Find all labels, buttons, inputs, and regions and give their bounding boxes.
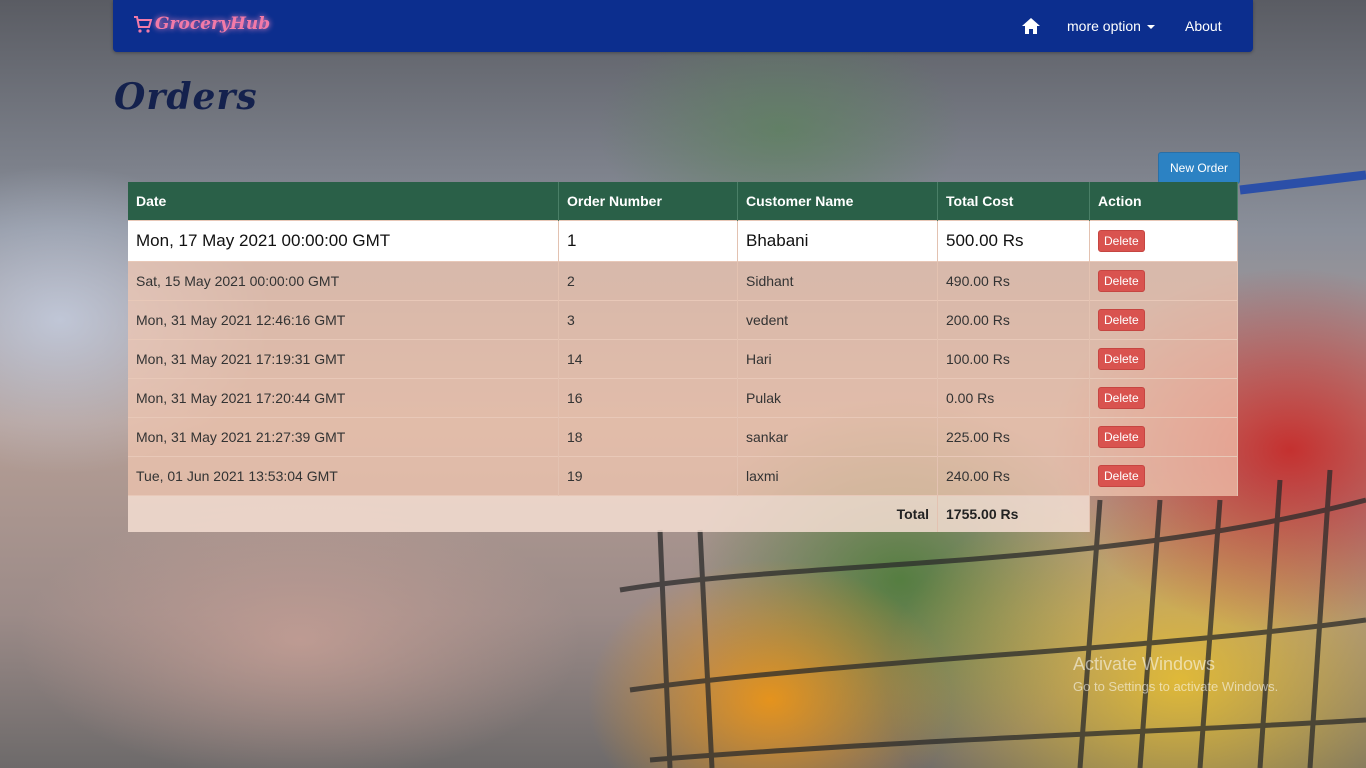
cell-cost: 100.00 Rs — [937, 339, 1090, 379]
cell-cost: 500.00 Rs — [937, 220, 1090, 262]
more-option-dropdown[interactable]: more option — [1067, 18, 1155, 34]
cell-cost: 240.00 Rs — [937, 456, 1090, 496]
cell-order-number: 1 — [558, 220, 738, 262]
page-title: Orders — [114, 76, 258, 118]
cell-cost: 0.00 Rs — [937, 378, 1090, 418]
delete-button[interactable]: Delete — [1098, 465, 1145, 488]
delete-button[interactable]: Delete — [1098, 348, 1145, 370]
cell-order-number: 3 — [558, 300, 738, 340]
cell-cost: 200.00 Rs — [937, 300, 1090, 340]
table-row: Mon, 31 May 2021 21:27:39 GMT 18 sankar … — [128, 417, 1238, 457]
new-order-button[interactable]: New Order — [1158, 152, 1240, 184]
cell-date: Mon, 17 May 2021 00:00:00 GMT — [128, 220, 559, 262]
cell-customer: sankar — [737, 417, 938, 457]
table-row: Tue, 01 Jun 2021 13:53:04 GMT 19 laxmi 2… — [128, 456, 1238, 496]
activate-windows-watermark: Activate Windows Go to Settings to activ… — [1073, 654, 1278, 694]
cell-customer: Hari — [737, 339, 938, 379]
delete-button[interactable]: Delete — [1098, 387, 1145, 409]
caret-down-icon — [1146, 25, 1155, 30]
header-action: Action — [1089, 182, 1238, 221]
total-empty-cell — [1090, 496, 1238, 533]
header-customer-name: Customer Name — [737, 182, 938, 221]
delete-button[interactable]: Delete — [1098, 309, 1145, 331]
cell-customer: vedent — [737, 300, 938, 340]
cell-order-number: 19 — [558, 456, 738, 496]
total-label: Total — [128, 495, 938, 532]
header-total-cost: Total Cost — [937, 182, 1090, 221]
cell-order-number: 2 — [558, 261, 738, 301]
cell-customer: Sidhant — [737, 261, 938, 301]
brand-logo[interactable]: GroceryHub — [133, 14, 270, 34]
cell-date: Mon, 31 May 2021 21:27:39 GMT — [128, 417, 559, 457]
table-row: Mon, 31 May 2021 17:20:44 GMT 16 Pulak 0… — [128, 378, 1238, 418]
cell-customer: Bhabani — [737, 220, 938, 262]
shopping-cart-icon — [134, 16, 153, 33]
cell-action: Delete — [1089, 339, 1238, 379]
delete-button[interactable]: Delete — [1098, 230, 1145, 252]
orders-table: Date Order Number Customer Name Total Co… — [128, 182, 1238, 532]
cell-date: Mon, 31 May 2021 17:19:31 GMT — [128, 339, 559, 379]
cell-action: Delete — [1089, 220, 1238, 262]
cell-date: Mon, 31 May 2021 17:20:44 GMT — [128, 378, 559, 418]
about-link[interactable]: About — [1185, 18, 1222, 34]
home-icon[interactable] — [1021, 17, 1041, 35]
cell-order-number: 16 — [558, 378, 738, 418]
cell-date: Tue, 01 Jun 2021 13:53:04 GMT — [128, 456, 559, 496]
cell-action: Delete — [1089, 300, 1238, 340]
cell-action: Delete — [1089, 417, 1238, 457]
top-navbar: GroceryHub more option About — [113, 0, 1253, 52]
cell-order-number: 18 — [558, 417, 738, 457]
more-option-label: more option — [1067, 18, 1141, 34]
delete-button[interactable]: Delete — [1098, 270, 1145, 292]
table-row: Mon, 31 May 2021 12:46:16 GMT 3 vedent 2… — [128, 300, 1238, 340]
cell-customer: Pulak — [737, 378, 938, 418]
watermark-subtitle: Go to Settings to activate Windows. — [1073, 679, 1279, 694]
delete-button[interactable]: Delete — [1098, 426, 1145, 448]
table-row: Mon, 31 May 2021 17:19:31 GMT 14 Hari 10… — [128, 339, 1238, 379]
cell-cost: 490.00 Rs — [937, 261, 1090, 301]
cell-customer: laxmi — [737, 456, 938, 496]
watermark-title: Activate Windows — [1073, 654, 1216, 674]
header-date: Date — [128, 182, 559, 221]
header-order-number: Order Number — [558, 182, 738, 221]
table-row: Sat, 15 May 2021 00:00:00 GMT 2 Sidhant … — [128, 261, 1238, 301]
cell-action: Delete — [1089, 378, 1238, 418]
cell-action: Delete — [1089, 261, 1238, 301]
total-value: 1755.00 Rs — [937, 495, 1090, 532]
cell-date: Sat, 15 May 2021 00:00:00 GMT — [128, 261, 559, 301]
cell-date: Mon, 31 May 2021 12:46:16 GMT — [128, 300, 559, 340]
cell-cost: 225.00 Rs — [937, 417, 1090, 457]
table-row: Mon, 17 May 2021 00:00:00 GMT 1 Bhabani … — [128, 220, 1238, 262]
total-row: Total 1755.00 Rs — [128, 495, 1238, 533]
cell-action: Delete — [1089, 456, 1238, 496]
brand-name: GroceryHub — [155, 14, 271, 34]
table-header-row: Date Order Number Customer Name Total Co… — [128, 182, 1238, 221]
cell-order-number: 14 — [558, 339, 738, 379]
